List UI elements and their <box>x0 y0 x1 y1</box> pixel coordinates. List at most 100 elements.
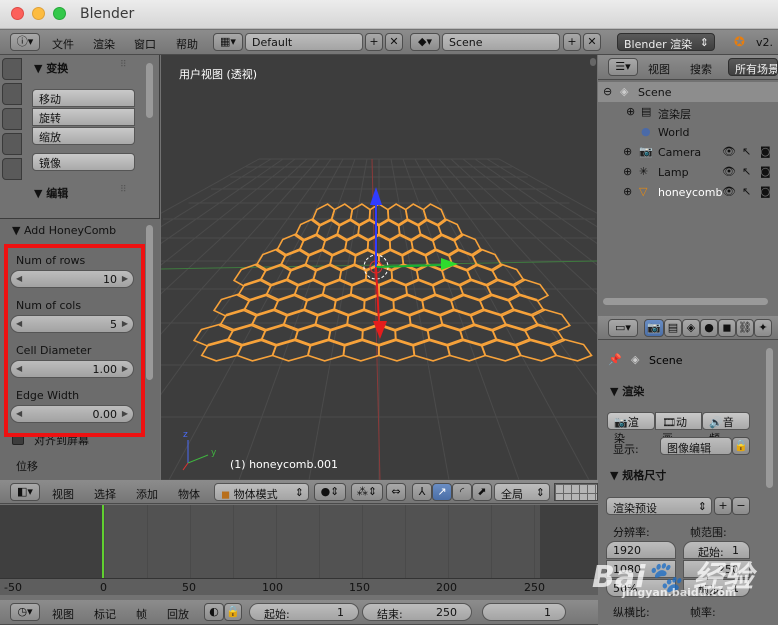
menu-add[interactable]: 添加 <box>136 486 158 502</box>
display-mode-select[interactable]: 所有场景 <box>728 58 778 76</box>
remove-preset-button[interactable]: − <box>732 497 750 515</box>
outliner-item-honeycomb[interactable]: ⊕ ▽ honeycomb 👁 ↖ ◙ <box>598 182 778 202</box>
render-tab-icon[interactable]: 📷 <box>644 319 664 337</box>
editor-type-button[interactable]: ☰▾ <box>608 58 638 76</box>
select-cursor-icon[interactable]: ↖ <box>742 165 751 178</box>
timeline-area[interactable]: -50 0 50 100 150 200 250 <box>0 505 598 595</box>
menu-object[interactable]: 物体 <box>178 486 200 502</box>
start-frame-field[interactable]: 起始: 1 <box>249 603 359 621</box>
outliner-item-render-layers[interactable]: ⊕ ▤ 渲染层 <box>598 102 778 122</box>
scene-field[interactable]: Scene <box>442 33 560 51</box>
rotate-button[interactable]: 旋转 <box>32 108 135 126</box>
render-camera-icon[interactable]: ◙ <box>760 185 771 198</box>
lock-interface-icon[interactable]: 🔒 <box>732 437 750 455</box>
end-frame-field[interactable]: 结束: 250 <box>362 603 472 621</box>
menu-view[interactable]: 视图 <box>52 486 74 502</box>
scale-button[interactable]: 缩放 <box>32 127 135 145</box>
remove-screen-button[interactable]: ✕ <box>385 33 403 51</box>
audio-button[interactable]: 🔊音频 <box>702 412 750 445</box>
add-preset-button[interactable]: + <box>714 497 732 515</box>
scene-icon[interactable]: ◆▾ <box>410 33 440 51</box>
menu-marker[interactable]: 标记 <box>94 606 116 622</box>
3d-viewport[interactable]: z y 用户视图 (透视) (1) honeycomb.001 <box>161 55 597 480</box>
tool-shelf-scrollbar[interactable] <box>146 63 153 118</box>
record-icon[interactable]: ◐ <box>204 603 224 621</box>
editor-type-button[interactable]: ⓘ▾ <box>10 33 40 51</box>
edit-panel-title[interactable]: ▼ 编辑 <box>34 185 68 201</box>
menu-view[interactable]: 视图 <box>52 606 74 622</box>
outliner-item-camera[interactable]: ⊕ 📷 Camera 👁 ↖ ◙ <box>598 142 778 162</box>
editor-type-button[interactable]: ◧▾ <box>10 483 40 501</box>
outliner-item-lamp[interactable]: ⊕ ✳ Lamp 👁 ↖ ◙ <box>598 162 778 182</box>
dimensions-panel-title[interactable]: ▼ 规格尺寸 <box>610 467 666 483</box>
render-layers-tab-icon[interactable]: ▤ <box>664 319 682 337</box>
menu-help[interactable]: 帮助 <box>176 36 198 52</box>
pivot-select[interactable]: ⁂⇕ <box>351 483 383 501</box>
current-frame-field[interactable]: 1 <box>482 603 566 621</box>
menu-search[interactable]: 搜索 <box>690 61 712 77</box>
collapse-icon[interactable]: ⊖ <box>603 85 612 98</box>
outliner-item-scene[interactable]: ⊖ ◈ Scene <box>598 82 778 102</box>
select-cursor-icon[interactable]: ↖ <box>742 145 751 158</box>
expand-icon[interactable]: ⊕ <box>623 165 632 178</box>
scene-tab-icon[interactable]: ◈ <box>682 319 700 337</box>
visibility-eye-icon[interactable]: 👁 <box>722 165 736 178</box>
modifiers-tab-icon[interactable]: ✦ <box>754 319 772 337</box>
mode-select[interactable]: ◼ 物体模式 ⇕ <box>214 483 309 501</box>
tool-tab[interactable] <box>2 133 22 155</box>
select-cursor-icon[interactable]: ↖ <box>742 185 751 198</box>
menu-select[interactable]: 选择 <box>94 486 116 502</box>
tool-tab[interactable] <box>2 158 22 180</box>
expand-icon[interactable]: ⊕ <box>626 105 635 118</box>
viewport-scrollbar-right[interactable] <box>590 58 596 66</box>
render-panel-title[interactable]: ▼ 渲染 <box>610 383 644 399</box>
menu-render[interactable]: 渲染 <box>93 36 115 52</box>
mirror-button[interactable]: 镜像 <box>32 153 135 171</box>
translate-manipulator-icon[interactable]: ↗ <box>432 483 452 501</box>
render-button[interactable]: 📷渲染 <box>607 412 655 445</box>
menu-playback[interactable]: 回放 <box>167 606 189 622</box>
visibility-eye-icon[interactable]: 👁 <box>722 185 736 198</box>
screen-layout-icon[interactable]: ▦▾ <box>213 33 243 51</box>
expand-icon[interactable]: ⊕ <box>623 185 632 198</box>
animation-button[interactable]: 🎞动画 <box>655 412 702 445</box>
transform-panel-title[interactable]: ▼ 变换 <box>34 60 68 76</box>
screen-layout-field[interactable]: Default <box>245 33 363 51</box>
display-select[interactable]: 图像编辑 <box>660 437 732 455</box>
pin-icon[interactable]: 📌 <box>608 353 622 366</box>
editor-type-button[interactable]: ◷▾ <box>10 603 40 621</box>
visibility-eye-icon[interactable]: 👁 <box>722 145 736 158</box>
menu-file[interactable]: 文件 <box>52 36 74 52</box>
shading-select[interactable]: ●⇕ <box>314 483 346 501</box>
layers-grid[interactable] <box>554 483 598 501</box>
maximize-window-button[interactable] <box>53 7 66 20</box>
close-window-button[interactable] <box>11 7 24 20</box>
translate-button[interactable]: 移动 <box>32 89 135 107</box>
scale-manipulator-icon[interactable]: ⬈ <box>472 483 492 501</box>
editor-type-button[interactable]: ▭▾ <box>608 319 638 337</box>
add-scene-button[interactable]: + <box>563 33 581 51</box>
expand-icon[interactable]: ⊕ <box>623 145 632 158</box>
manipulator-toggle[interactable]: ⇔ <box>386 483 406 501</box>
minimize-window-button[interactable] <box>32 7 45 20</box>
properties-scrollbar[interactable] <box>766 348 773 488</box>
render-camera-icon[interactable]: ◙ <box>760 165 771 178</box>
add-screen-button[interactable]: + <box>365 33 383 51</box>
tool-tab[interactable] <box>2 58 22 80</box>
orientation-select[interactable]: 全局 ⇕ <box>494 483 550 501</box>
render-camera-icon[interactable]: ◙ <box>760 145 771 158</box>
render-presets-select[interactable]: 渲染预设 ⇕ <box>606 497 712 515</box>
current-frame-line[interactable] <box>102 505 104 580</box>
outliner-scrollbar[interactable] <box>603 298 768 305</box>
outliner-item-world[interactable]: ● World <box>598 122 778 142</box>
timeline-ruler[interactable]: -50 0 50 100 150 200 250 <box>0 578 598 595</box>
transform-manipulator-icon[interactable]: ⅄ <box>412 483 432 501</box>
render-engine-select[interactable]: Blender 渲染 ⇕ <box>617 33 715 51</box>
menu-frame[interactable]: 帧 <box>136 606 147 622</box>
tool-tab[interactable] <box>2 108 22 130</box>
operator-scrollbar[interactable] <box>146 225 153 380</box>
world-tab-icon[interactable]: ● <box>700 319 718 337</box>
menu-window[interactable]: 窗口 <box>134 36 156 52</box>
menu-view[interactable]: 视图 <box>648 61 670 77</box>
object-tab-icon[interactable]: ◼ <box>718 319 736 337</box>
